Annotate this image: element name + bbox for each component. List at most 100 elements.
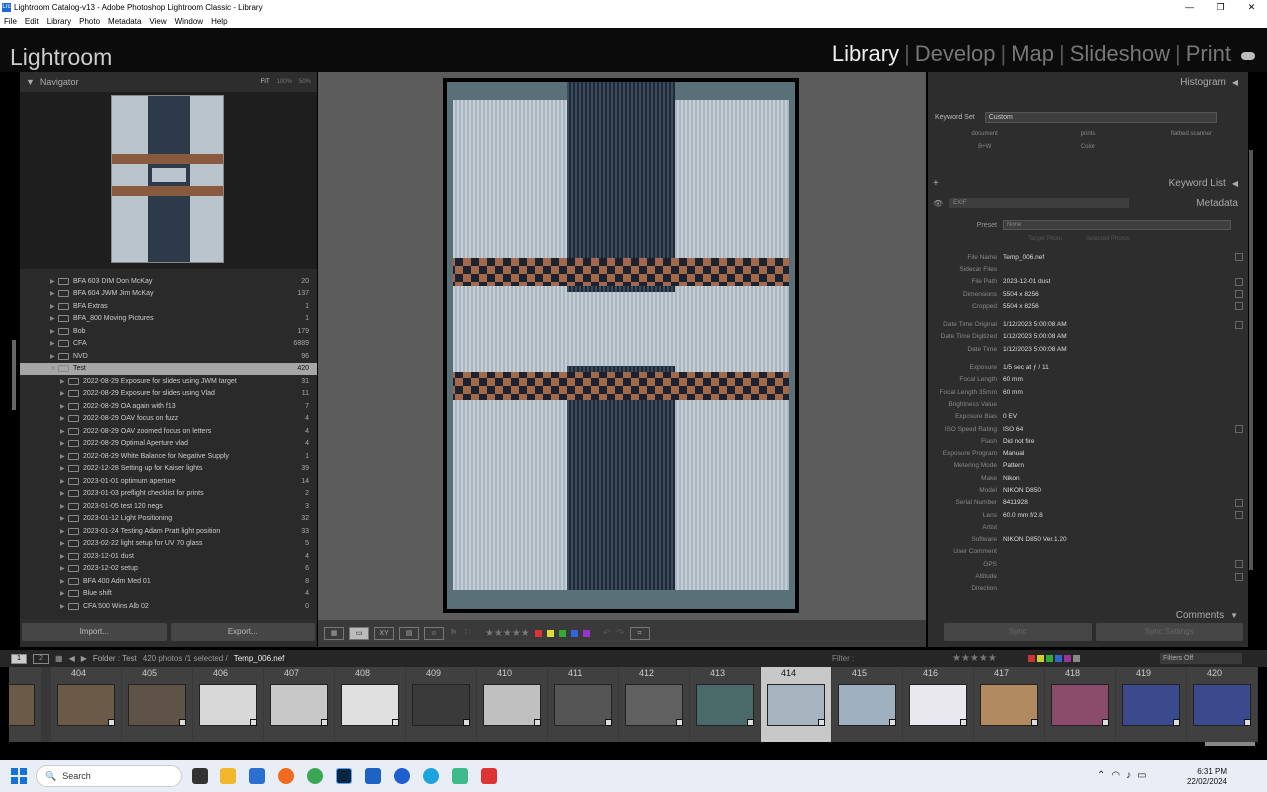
zoom-50[interactable]: 50%	[299, 79, 311, 85]
add-keyword-icon[interactable]: +	[933, 178, 939, 189]
metadata-value[interactable]: 60 mm	[1003, 389, 1023, 396]
metadata-value[interactable]: Pattern	[1003, 462, 1024, 469]
zoom-fit[interactable]: FIT	[261, 79, 270, 85]
metadata-value[interactable]: 8411928	[1003, 499, 1028, 506]
comments-header[interactable]: Comments ▼	[928, 605, 1248, 625]
folder-row[interactable]: ▶ BFA 603 DIM Don McKay 20	[20, 275, 317, 288]
edit-badge-icon[interactable]	[179, 719, 186, 726]
menu-library[interactable]: Library	[47, 17, 71, 26]
compare-view-button[interactable]: XY	[374, 627, 394, 640]
folder-row[interactable]: ▶ NVD 96	[20, 350, 317, 363]
edit-badge-icon[interactable]	[534, 719, 541, 726]
edit-badge-icon[interactable]	[676, 719, 683, 726]
filmstrip-thumbnail[interactable]: 416	[903, 667, 973, 742]
disclosure-triangle-icon[interactable]: ▶	[50, 290, 58, 297]
preset-select[interactable]: None	[1003, 220, 1231, 230]
expand-triangle-icon[interactable]: ◀	[1232, 78, 1238, 87]
task-view-icon[interactable]	[192, 768, 208, 784]
filmstrip-thumbnail[interactable]: 414	[761, 667, 831, 742]
metadata-action-icon[interactable]	[1235, 253, 1243, 262]
navigator-thumbnail[interactable]	[111, 95, 224, 263]
edit-badge-icon[interactable]	[747, 719, 754, 726]
thumbnail-image[interactable]	[57, 684, 115, 726]
disclosure-triangle-icon[interactable]: ▶	[60, 540, 68, 547]
filmstrip-thumbnail[interactable]: 411	[548, 667, 618, 742]
expand-triangle-icon[interactable]: ◀	[1232, 179, 1238, 188]
back-arrow-icon[interactable]: ◀	[69, 654, 75, 663]
module-slideshow[interactable]: Slideshow	[1070, 41, 1170, 67]
disclosure-triangle-icon[interactable]: ▶	[60, 515, 68, 522]
filmstrip-scrollbar[interactable]	[1205, 742, 1255, 746]
folder-row[interactable]: ▶ BFA Extras 1	[20, 300, 317, 313]
filmstrip-thumbnail[interactable]: 418	[1045, 667, 1115, 742]
module-develop[interactable]: Develop	[915, 41, 996, 67]
metadata-value[interactable]: 2023-12-01 dust	[1003, 278, 1050, 285]
keyword-set-select[interactable]: Custom	[984, 111, 1217, 123]
keyword-suggestion[interactable]: Color	[1036, 141, 1139, 154]
snipping-tool-icon[interactable]	[481, 768, 497, 784]
metadata-action-icon[interactable]	[1235, 320, 1243, 329]
collapse-triangle-icon[interactable]: ▼	[26, 77, 40, 87]
module-library[interactable]: Library	[832, 41, 899, 67]
navigator-header[interactable]: ▼ Navigator FIT 100% 50%	[20, 72, 317, 92]
star-rating[interactable]: ★★★★★	[485, 628, 530, 639]
disclosure-triangle-icon[interactable]: ▶	[60, 578, 68, 585]
disclosure-triangle-icon[interactable]: ▶	[60, 428, 68, 435]
metadata-value[interactable]: 1/5 sec at ƒ / 11	[1003, 364, 1049, 371]
edit-badge-icon[interactable]	[250, 719, 257, 726]
metadata-value[interactable]: 1/12/2023 5:00:08 AM	[1003, 333, 1067, 340]
expand-triangle-icon[interactable]: ▼	[1230, 611, 1238, 620]
filmstrip-thumbnail[interactable]: 405	[122, 667, 192, 742]
crop-icon[interactable]: ⌗	[629, 627, 650, 640]
metadata-value[interactable]: 60 mm	[1003, 376, 1023, 383]
folder-row[interactable]: ▶ 2023-12-02 setup 6	[20, 563, 317, 576]
slack-icon[interactable]	[452, 768, 468, 784]
metadata-value[interactable]: Nikon	[1003, 475, 1020, 482]
sync-settings-button[interactable]: Sync Settings	[1095, 623, 1243, 641]
edit-badge-icon[interactable]	[463, 719, 470, 726]
folder-row[interactable]: ▶ Blue shift 4	[20, 588, 317, 601]
metadata-value[interactable]: 60.0 mm f/2.8	[1003, 512, 1043, 519]
main-screen-button[interactable]: 1	[11, 653, 27, 664]
thumbnail-image[interactable]	[341, 684, 399, 726]
metadata-value[interactable]: Temp_006.nef	[1003, 254, 1044, 261]
file-explorer-icon[interactable]	[220, 768, 236, 784]
clock[interactable]: 6:31 PM 22/02/2024	[1187, 767, 1227, 787]
lightroom-taskbar-icon[interactable]	[336, 768, 352, 784]
disclosure-triangle-icon[interactable]: ▶	[50, 315, 58, 322]
target-photo-option[interactable]: Target Photo	[1028, 236, 1062, 242]
module-map[interactable]: Map	[1011, 41, 1054, 67]
folder-row[interactable]: ▶ BFA_800 Moving Pictures 1	[20, 313, 317, 326]
zoom-100[interactable]: 100%	[277, 79, 292, 85]
edit-badge-icon[interactable]	[108, 719, 115, 726]
edit-badge-icon[interactable]	[1031, 719, 1038, 726]
firefox-icon[interactable]	[278, 768, 294, 784]
thumbnail-image[interactable]	[483, 684, 541, 726]
export-button[interactable]: Export...	[170, 623, 315, 641]
selected-photos-option[interactable]: Selected Photos	[1086, 236, 1130, 242]
survey-view-button[interactable]: ▤	[399, 627, 419, 640]
filmstrip-thumbnail[interactable]: 413	[690, 667, 760, 742]
filmstrip-thumbnail[interactable]: 407	[264, 667, 334, 742]
thumbnail-image[interactable]	[128, 684, 186, 726]
rotate-right-icon[interactable]: ↷	[616, 628, 624, 639]
filter-color-labels[interactable]	[1028, 655, 1080, 662]
yellow-label[interactable]	[546, 630, 554, 637]
menu-help[interactable]: Help	[211, 17, 227, 26]
thumbnail-image[interactable]	[412, 684, 470, 726]
chrome-icon[interactable]	[307, 768, 323, 784]
metadata-preset-select[interactable]: EXIF	[949, 198, 1130, 208]
maximize-icon[interactable]: ❐	[1205, 0, 1236, 15]
disclosure-triangle-icon[interactable]: ▶	[50, 353, 58, 360]
disclosure-triangle-icon[interactable]: ▶	[50, 328, 58, 335]
folder-row[interactable]: ▶ 2022-08-29 OA again with f13 7	[20, 400, 317, 413]
store-icon[interactable]	[249, 768, 265, 784]
filmstrip-thumbnail[interactable]: 409	[406, 667, 476, 742]
metadata-header[interactable]: 👁 EXIF Metadata	[928, 193, 1248, 213]
window-app-icon[interactable]	[365, 768, 381, 784]
filmstrip-thumbnail[interactable]: 415	[832, 667, 902, 742]
main-photo[interactable]	[443, 78, 799, 613]
disclosure-triangle-icon[interactable]: ▶	[60, 478, 68, 485]
folder-row[interactable]: ▶ BFA 400 Adm Med 01 8	[20, 575, 317, 588]
people-view-button[interactable]: ☺	[424, 627, 444, 640]
